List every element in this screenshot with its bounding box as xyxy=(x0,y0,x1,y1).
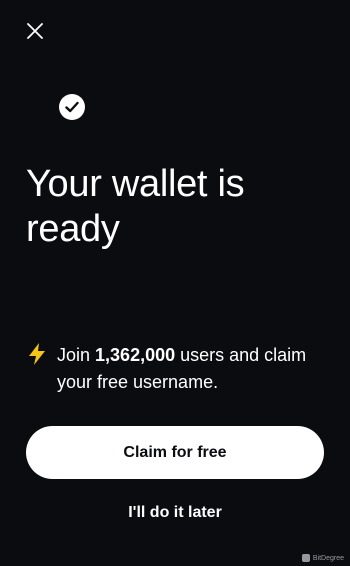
promo-message: Join 1,362,000 users and claim your free… xyxy=(26,342,326,396)
page-title: Your wallet is ready xyxy=(26,163,245,250)
watermark-text: BitDegree xyxy=(312,554,344,562)
close-icon xyxy=(27,23,43,39)
promo-prefix: Join xyxy=(57,345,96,365)
user-count: 1,362,000 xyxy=(95,345,176,365)
check-icon xyxy=(65,101,79,113)
promo-text: Join 1,362,000 users and claim your free… xyxy=(57,342,326,396)
do-it-later-link[interactable]: I'll do it later xyxy=(26,504,324,522)
close-button[interactable] xyxy=(22,18,48,44)
lightning-bolt-icon xyxy=(29,343,45,365)
success-check-badge xyxy=(59,94,85,120)
watermark: BitDegree xyxy=(301,554,344,562)
claim-for-free-button[interactable]: Claim for free xyxy=(26,426,324,479)
watermark-logo-icon xyxy=(301,554,310,562)
